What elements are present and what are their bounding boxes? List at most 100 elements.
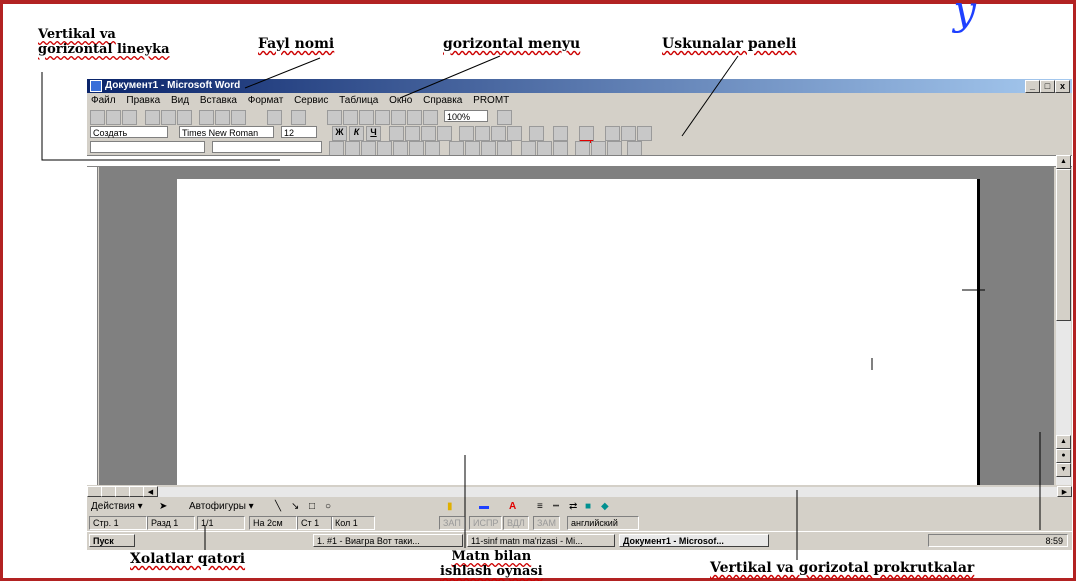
- task-button-2[interactable]: 11-sinf matn ma'rizasi - Mi...: [467, 534, 615, 547]
- numbering-icon[interactable]: [459, 126, 474, 141]
- menu-file[interactable]: Файл: [91, 95, 116, 106]
- close-button[interactable]: x: [1055, 80, 1070, 93]
- cut-icon[interactable]: [199, 110, 214, 125]
- task-button-3[interactable]: Документ1 - Microsof...: [619, 534, 769, 547]
- subscript-icon[interactable]: [637, 126, 652, 141]
- scroll-left-button[interactable]: ◀: [143, 486, 158, 497]
- draw-font-color-icon[interactable]: A: [509, 499, 516, 514]
- save-icon[interactable]: [122, 110, 137, 125]
- task-button-1[interactable]: 1. #1 - Виагра Вот таки...: [313, 534, 463, 547]
- table-tool-icon-3[interactable]: [361, 141, 376, 156]
- indent-icon[interactable]: [507, 126, 522, 141]
- status-ovr[interactable]: ЗАМ: [533, 516, 560, 530]
- size-select[interactable]: 12: [281, 126, 317, 138]
- table-tool-icon-8[interactable]: [449, 141, 464, 156]
- menu-table[interactable]: Таблица: [339, 95, 378, 106]
- map-icon[interactable]: [407, 110, 422, 125]
- table-tool-icon-7[interactable]: [425, 141, 440, 156]
- menu-edit[interactable]: Правка: [126, 95, 160, 106]
- view-web-button[interactable]: [101, 486, 116, 497]
- scroll-right-button[interactable]: ▶: [1057, 486, 1072, 497]
- arrow-style-icon[interactable]: ⇄: [569, 499, 577, 514]
- superscript-icon[interactable]: [621, 126, 636, 141]
- vertical-ruler[interactable]: [87, 167, 98, 485]
- highlight-icon[interactable]: [553, 126, 568, 141]
- maximize-button[interactable]: □: [1040, 80, 1055, 93]
- 3d-icon[interactable]: ◆: [601, 499, 609, 514]
- table-tool-icon-14[interactable]: [553, 141, 568, 156]
- dash-style-icon[interactable]: ┅: [553, 499, 559, 514]
- table-icon[interactable]: [343, 110, 358, 125]
- view-layout-button[interactable]: [115, 486, 130, 497]
- hyperlink-icon[interactable]: [327, 110, 342, 125]
- browse-object-button[interactable]: ●: [1056, 449, 1071, 463]
- shadow-icon[interactable]: ■: [585, 499, 591, 514]
- copy-icon[interactable]: [215, 110, 230, 125]
- document-page[interactable]: [177, 179, 980, 485]
- help-icon[interactable]: [497, 110, 512, 125]
- pilcrow-icon[interactable]: [423, 110, 438, 125]
- formula-icon[interactable]: [605, 126, 620, 141]
- underline-button[interactable]: Ч: [366, 126, 381, 141]
- status-language[interactable]: английский: [567, 516, 639, 530]
- status-trk[interactable]: ИСПР: [469, 516, 503, 530]
- table-tool-icon-15[interactable]: [575, 141, 590, 156]
- table-tool-icon-16[interactable]: [591, 141, 606, 156]
- next-page-button[interactable]: ▼: [1056, 463, 1071, 477]
- italic-button[interactable]: К: [349, 126, 364, 141]
- undo-icon[interactable]: [267, 110, 282, 125]
- menu-view[interactable]: Вид: [171, 95, 189, 106]
- table-tool-icon-5[interactable]: [393, 141, 408, 156]
- zoom-select[interactable]: 100%: [444, 110, 488, 122]
- align-center-icon[interactable]: [405, 126, 420, 141]
- table-tool-icon-9[interactable]: [465, 141, 480, 156]
- menu-insert[interactable]: Вставка: [200, 95, 237, 106]
- style-select[interactable]: Создать: [90, 126, 168, 138]
- actions-menu[interactable]: Действия ▾: [91, 499, 143, 514]
- menu-help[interactable]: Справка: [423, 95, 462, 106]
- print-icon[interactable]: [145, 110, 160, 125]
- autoshapes-menu[interactable]: Автофигуры ▾: [189, 499, 254, 514]
- table-tool-icon-10[interactable]: [481, 141, 496, 156]
- menu-promt[interactable]: PROMT: [473, 95, 509, 106]
- open-icon[interactable]: [106, 110, 121, 125]
- new-doc-icon[interactable]: [90, 110, 105, 125]
- toolbar-select-2[interactable]: [212, 141, 322, 153]
- menu-tools[interactable]: Сервис: [294, 95, 328, 106]
- line-color-icon[interactable]: ▬: [479, 499, 489, 514]
- table-tool-icon-13[interactable]: [537, 141, 552, 156]
- menu-format[interactable]: Формат: [248, 95, 284, 106]
- font-select[interactable]: Times New Roman: [179, 126, 274, 138]
- status-rec[interactable]: ЗАП: [439, 516, 465, 530]
- scroll-thumb[interactable]: [1056, 169, 1071, 321]
- drawing-icon[interactable]: [391, 110, 406, 125]
- columns-icon[interactable]: [375, 110, 390, 125]
- status-ext[interactable]: ВДЛ: [503, 516, 529, 530]
- align-right-icon[interactable]: [421, 126, 436, 141]
- fill-color-icon[interactable]: ▮: [447, 499, 453, 514]
- horizontal-ruler[interactable]: [87, 155, 1072, 167]
- line-style-icon[interactable]: ≡: [537, 499, 543, 514]
- arrow-tool-icon[interactable]: ↘: [291, 499, 299, 514]
- table-tool-icon-17[interactable]: [607, 141, 622, 156]
- table-tool-icon-1[interactable]: [329, 141, 344, 156]
- redo-icon[interactable]: [291, 110, 306, 125]
- border-icon[interactable]: [529, 126, 544, 141]
- start-button[interactable]: Пуск: [89, 534, 135, 547]
- justify-icon[interactable]: [437, 126, 452, 141]
- toolbar-select-1[interactable]: [90, 141, 205, 153]
- prev-page-button[interactable]: ▲: [1056, 435, 1071, 449]
- paste-icon[interactable]: [231, 110, 246, 125]
- line-tool-icon[interactable]: ╲: [275, 499, 281, 514]
- table-tool-icon-18[interactable]: [627, 141, 642, 156]
- outdent-icon[interactable]: [491, 126, 506, 141]
- minimize-button[interactable]: _: [1025, 80, 1040, 93]
- bold-button[interactable]: Ж: [332, 126, 347, 141]
- table-tool-icon-12[interactable]: [521, 141, 536, 156]
- horizontal-scrollbar[interactable]: ◀ ▶: [87, 486, 1072, 497]
- table-tool-icon-6[interactable]: [409, 141, 424, 156]
- scroll-up-button[interactable]: ▲: [1056, 155, 1071, 169]
- bullets-icon[interactable]: [475, 126, 490, 141]
- table-tool-icon-2[interactable]: [345, 141, 360, 156]
- menu-window[interactable]: Окно: [389, 95, 412, 106]
